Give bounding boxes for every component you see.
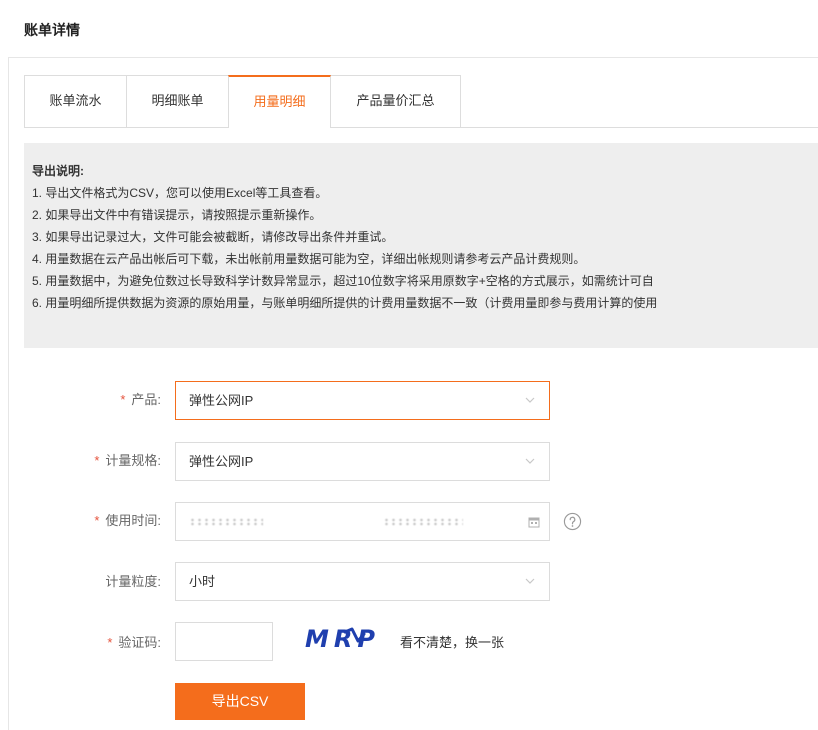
notice-title: 导出说明:: [32, 164, 84, 178]
spec-select-value: 弹性公网IP: [189, 454, 254, 469]
tab-billing-flow[interactable]: 账单流水: [24, 75, 127, 127]
captcha-noise: [343, 627, 366, 643]
product-label: * 产品:: [24, 390, 161, 410]
notice-line: 4. 用量数据在云产品出帐后可下载，未出帐前用量数据可能为空，详细出帐规则请参考…: [32, 252, 586, 266]
tab-usage-detail[interactable]: 用量明细: [228, 75, 331, 128]
required-mark: *: [94, 513, 100, 528]
calendar-icon: [528, 517, 540, 528]
required-mark: *: [120, 392, 126, 407]
page-title: 账单详情: [24, 22, 80, 38]
chevron-down-icon: [525, 397, 535, 403]
notice-line: 5. 用量数据中，为避免位数过长导致科学计数异常显示，超过10位数字将采用原数字…: [32, 274, 654, 288]
captcha-refresh-link[interactable]: 看不清楚，换一张: [400, 633, 504, 653]
tab-detail-bill[interactable]: 明细账单: [126, 75, 229, 127]
product-select[interactable]: 弹性公网IP: [175, 381, 550, 420]
export-notice: 导出说明: 1. 导出文件格式为CSV，您可以使用Excel等工具查看。 2. …: [24, 143, 818, 348]
tab-price-summary[interactable]: 产品量价汇总: [330, 75, 461, 127]
captcha-label-text: 验证码:: [118, 635, 161, 650]
required-mark: *: [107, 635, 113, 650]
spec-label-text: 计量规格:: [105, 453, 161, 468]
product-label-text: 产品:: [131, 392, 161, 407]
granularity-label-text: 计量粒度:: [105, 574, 161, 589]
notice-line: 1. 导出文件格式为CSV，您可以使用Excel等工具查看。: [32, 186, 328, 200]
tab-bar: 账单流水 明细账单 用量明细 产品量价汇总: [24, 75, 818, 128]
notice-line: 3. 如果导出记录过大，文件可能会被截断，请修改导出条件并重试。: [32, 230, 394, 244]
chevron-down-icon: [525, 578, 535, 584]
captcha-image[interactable]: MRP: [303, 620, 391, 660]
product-select-value: 弹性公网IP: [189, 393, 254, 408]
export-csv-button[interactable]: 导出CSV: [175, 683, 305, 720]
usage-time-label-text: 使用时间:: [105, 513, 161, 528]
captcha-input[interactable]: [175, 622, 273, 661]
help-icon[interactable]: [563, 512, 582, 531]
notice-line: 2. 如果导出文件中有错误提示，请按照提示重新操作。: [32, 208, 322, 222]
granularity-select[interactable]: 小时: [175, 562, 550, 601]
usage-time-range-picker[interactable]: [175, 502, 550, 541]
start-date-placeholder[interactable]: [189, 518, 263, 526]
captcha-label: * 验证码:: [24, 633, 161, 653]
spec-select[interactable]: 弹性公网IP: [175, 442, 550, 481]
required-mark: *: [94, 453, 100, 468]
spec-label: * 计量规格:: [24, 451, 161, 471]
usage-time-label: * 使用时间:: [24, 511, 161, 531]
granularity-label: 计量粒度:: [24, 572, 161, 592]
granularity-select-value: 小时: [189, 574, 216, 589]
chevron-down-icon: [525, 458, 535, 464]
notice-line: 6. 用量明细所提供数据为资源的原始用量，与账单明细所提供的计费用量数据不一致（…: [32, 296, 658, 310]
end-date-placeholder[interactable]: [383, 518, 463, 526]
